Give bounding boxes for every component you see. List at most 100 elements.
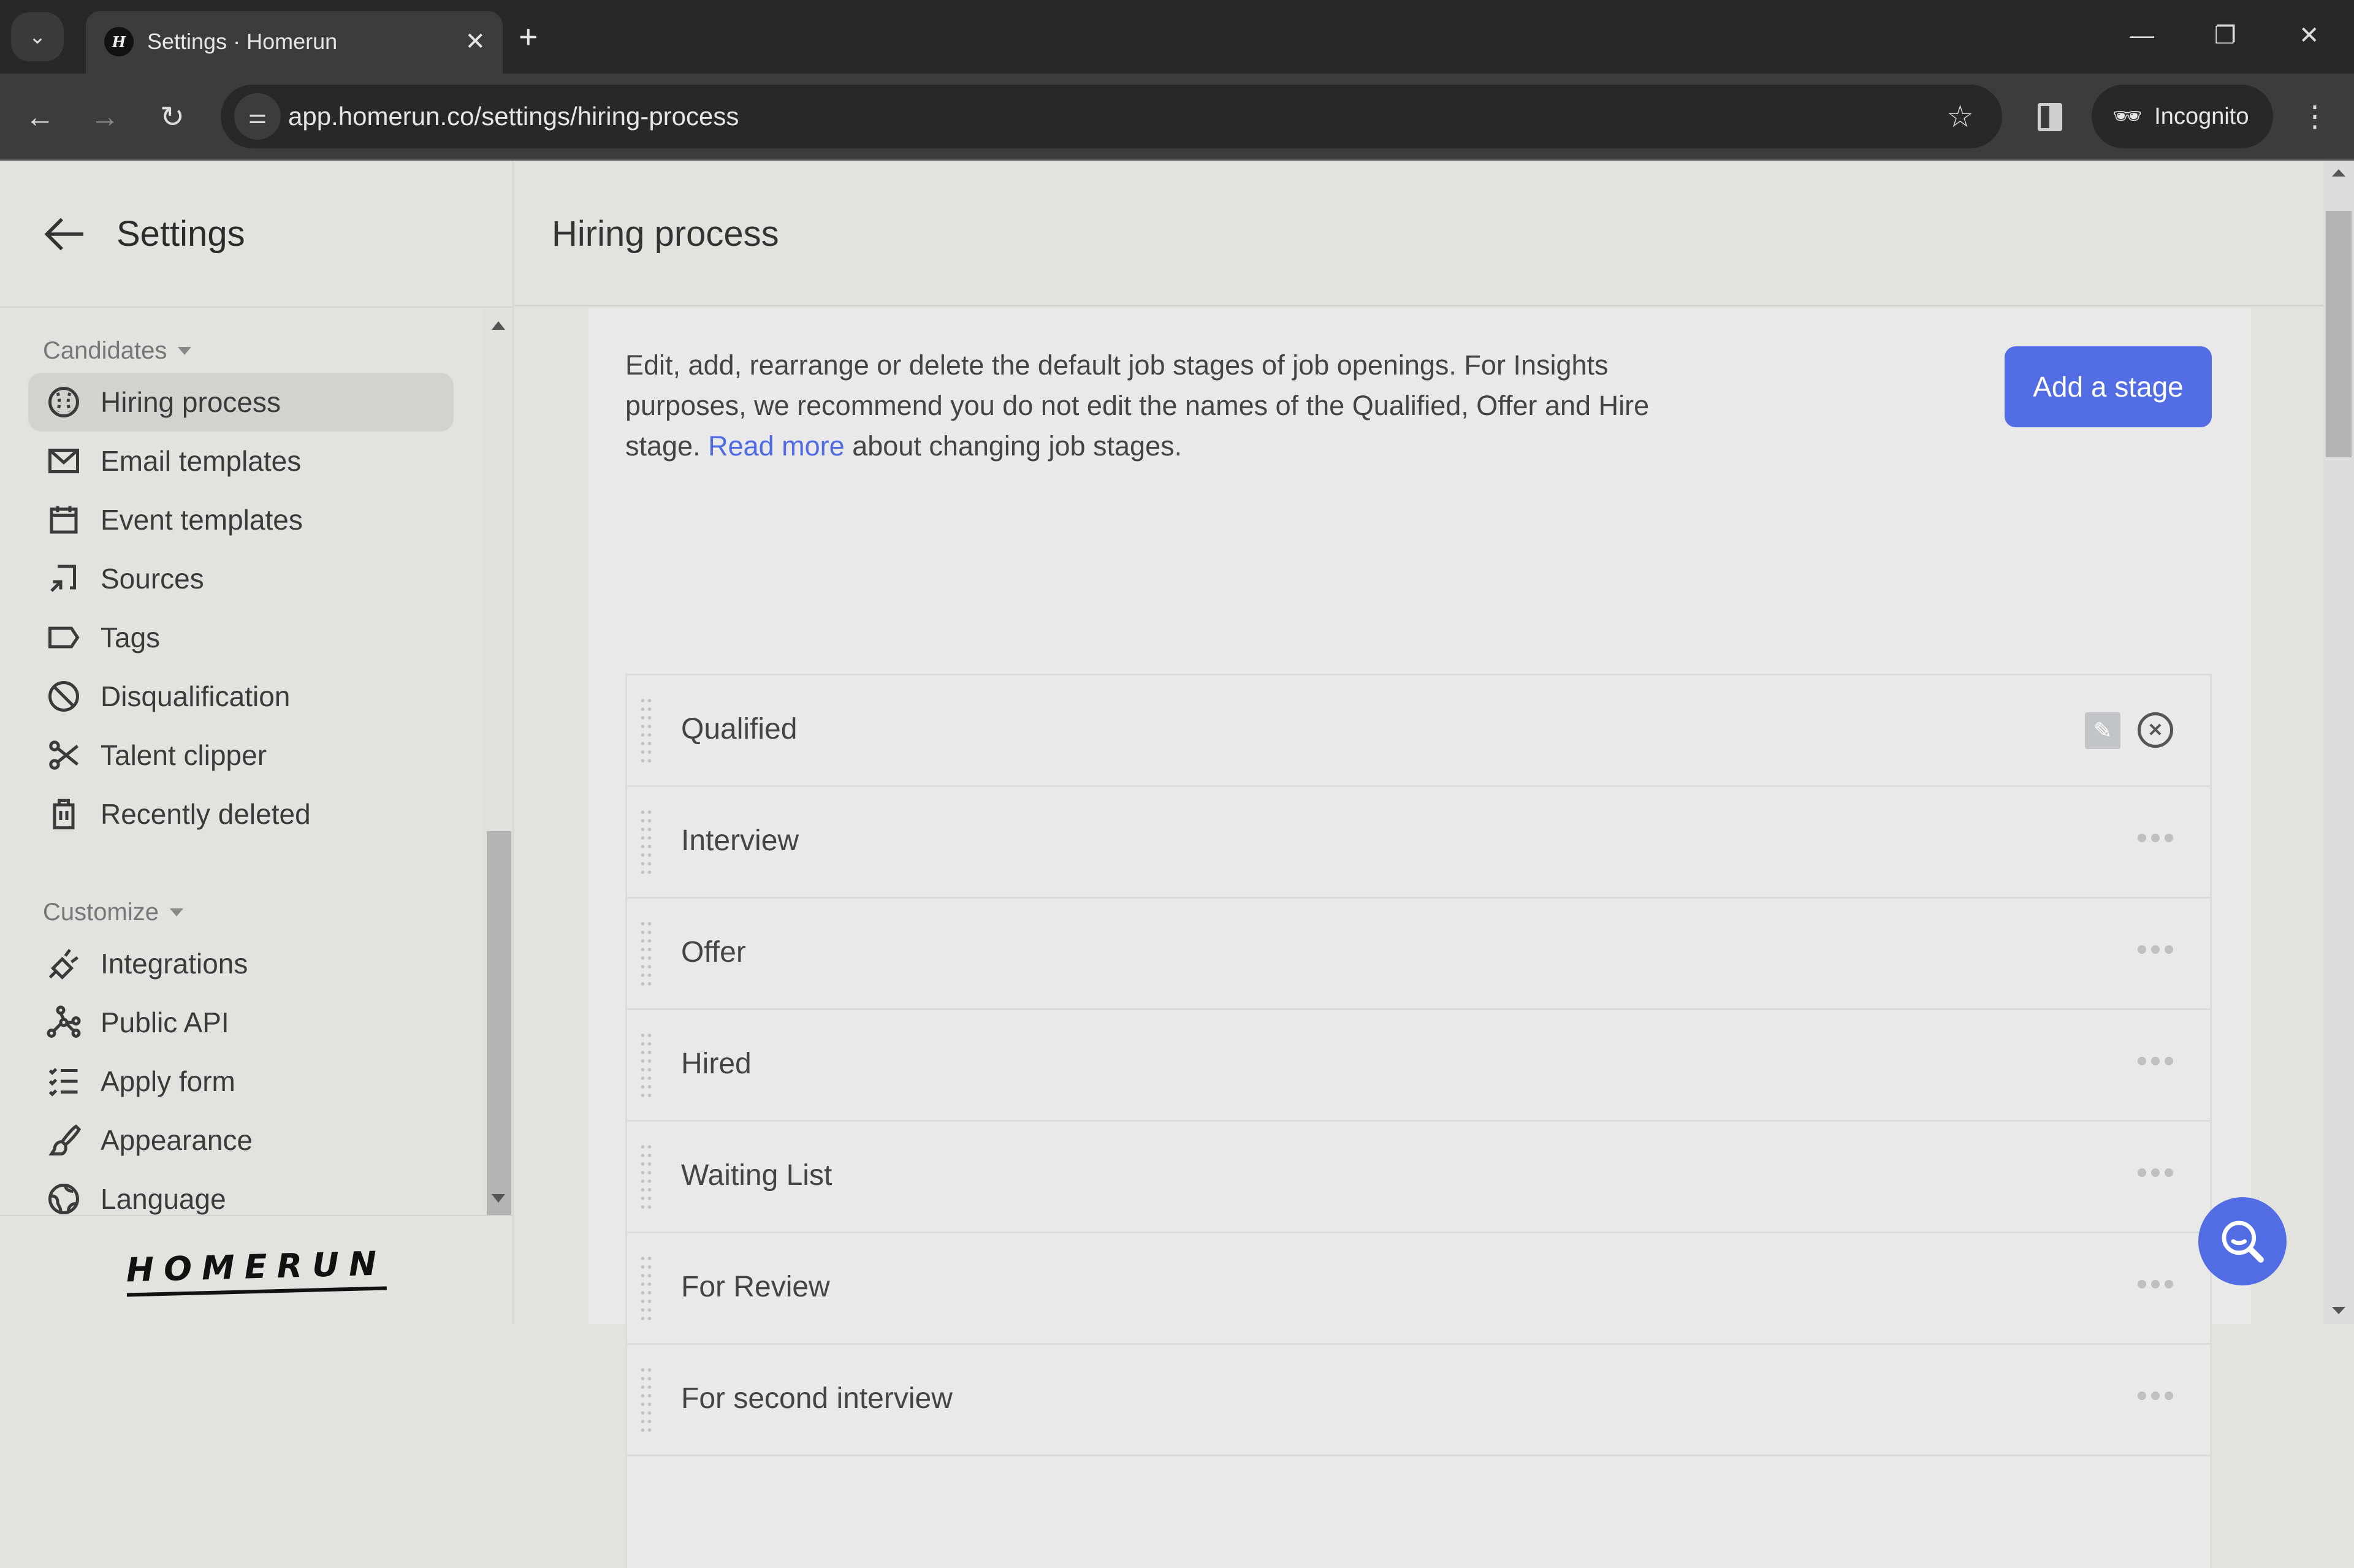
stage-row[interactable]: Waiting List <box>627 1122 2210 1233</box>
sidebar-item-event-templates[interactable]: Event templates <box>28 490 454 549</box>
more-options-icon[interactable] <box>2138 834 2173 842</box>
reload-button[interactable]: ↻ <box>151 96 194 139</box>
drag-handle-icon[interactable] <box>639 1143 653 1212</box>
stage-name: Interview <box>681 824 799 857</box>
browser-tab[interactable]: H Settings · Homerun ✕ <box>86 11 503 74</box>
section-label: Customize <box>43 899 159 926</box>
network-icon <box>45 1004 82 1041</box>
stage-row[interactable]: For second interview <box>627 1345 2210 1456</box>
stage-name: Hired <box>681 1048 752 1080</box>
read-more-link[interactable]: Read more <box>708 430 845 462</box>
url-text[interactable]: app.homerun.co/settings/hiring-process <box>288 85 739 148</box>
incognito-badge[interactable]: 🕶 Incognito <box>2092 85 2273 148</box>
search-icon <box>2222 1220 2264 1263</box>
sidebar-item-sources[interactable]: Sources <box>28 549 454 608</box>
more-options-icon[interactable] <box>2138 1057 2173 1065</box>
add-stage-button[interactable]: Add a stage <box>2005 346 2212 427</box>
restore-button[interactable]: ❐ <box>2214 16 2236 55</box>
tab-search-button[interactable]: ⌄ <box>11 12 64 61</box>
stage-row[interactable]: For Review <box>627 1233 2210 1345</box>
drag-handle-icon[interactable] <box>639 1254 653 1324</box>
stage-row[interactable]: Qualified ✎ ✕ <box>627 676 2210 787</box>
plug-icon <box>45 945 82 982</box>
sidebar-item-talent-clipper[interactable]: Talent clipper <box>28 726 454 785</box>
help-search-button[interactable] <box>2198 1197 2287 1285</box>
sidebar-header: Settings <box>0 161 512 308</box>
tag-icon <box>45 619 82 656</box>
more-options-icon[interactable] <box>2138 1391 2173 1400</box>
sidebar-item-language[interactable]: Language <box>28 1170 454 1215</box>
page-scrollbar[interactable] <box>2323 161 2354 1324</box>
stage-row-partial[interactable] <box>627 1456 2210 1568</box>
scissors-icon <box>45 737 82 774</box>
sidebar-item-label: Language <box>101 1183 226 1215</box>
minimize-button[interactable]: — <box>2130 16 2154 55</box>
sidebar-item-integrations[interactable]: Integrations <box>28 934 454 993</box>
sidebar-item-label: Talent clipper <box>101 739 267 771</box>
sidebar-item-label: Event templates <box>101 504 303 536</box>
homerun-favicon-icon: H <box>104 27 134 56</box>
delete-stage-button[interactable]: ✕ <box>2138 712 2173 748</box>
sidebar-scrollbar-thumb[interactable] <box>487 831 511 1215</box>
back-button[interactable]: ← <box>18 96 61 139</box>
sidebar-item-label: Integrations <box>101 948 248 980</box>
sidebar-item-label: Tags <box>101 622 161 653</box>
browser-tab-bar: ⌄ H Settings · Homerun ✕ + — ❐ ✕ <box>0 0 2354 74</box>
sidebar-item-appearance[interactable]: Appearance <box>28 1111 454 1170</box>
more-options-icon[interactable] <box>2138 945 2173 954</box>
back-arrow-button[interactable] <box>40 208 92 260</box>
sidebar-item-tags[interactable]: Tags <box>28 608 454 667</box>
scroll-down-arrow-icon[interactable] <box>2332 1307 2345 1314</box>
drag-handle-icon[interactable] <box>639 1031 653 1101</box>
tune-icon: ⚌ <box>248 105 267 128</box>
incognito-label: Incognito <box>2154 103 2249 129</box>
stage-row[interactable]: Interview <box>627 787 2210 899</box>
chevron-down-icon: ⌄ <box>28 25 47 48</box>
sidebar-item-disqualification[interactable]: Disqualification <box>28 667 454 726</box>
hiring-process-card: Edit, add, rearrange or delete the defau… <box>588 308 2251 1568</box>
scroll-down-arrow-icon[interactable] <box>492 1194 505 1203</box>
forward-button[interactable]: → <box>83 96 126 139</box>
site-info-button[interactable]: ⚌ <box>234 93 281 140</box>
reload-icon: ↻ <box>159 101 185 134</box>
sidebar-item-label: Public API <box>101 1007 229 1038</box>
sidebar-item-email-templates[interactable]: Email templates <box>28 432 454 490</box>
close-window-button[interactable]: ✕ <box>2299 16 2320 55</box>
description-text-end: about changing job stages. <box>844 430 1183 462</box>
drag-handle-icon[interactable] <box>639 696 653 766</box>
section-customize[interactable]: Customize <box>43 899 183 926</box>
section-candidates[interactable]: Candidates <box>43 337 192 365</box>
new-tab-button[interactable]: + <box>519 17 538 56</box>
more-options-icon[interactable] <box>2138 1168 2173 1177</box>
sidebar-item-label: Recently deleted <box>101 798 311 830</box>
arrow-right-icon: → <box>90 101 120 134</box>
caret-down-icon <box>169 908 183 916</box>
drag-handle-icon[interactable] <box>639 808 653 878</box>
sidebar-item-apply-form[interactable]: Apply form <box>28 1052 454 1111</box>
scroll-up-arrow-icon[interactable] <box>492 321 505 330</box>
more-options-icon[interactable] <box>2138 1280 2173 1288</box>
address-bar[interactable]: ⚌ app.homerun.co/settings/hiring-process… <box>221 85 2002 148</box>
sidebar-item-recently-deleted[interactable]: Recently deleted <box>28 785 454 843</box>
stage-row[interactable]: Hired <box>627 1010 2210 1122</box>
side-panel-button[interactable] <box>2033 97 2067 137</box>
close-tab-button[interactable]: ✕ <box>465 25 486 59</box>
scroll-up-arrow-icon[interactable] <box>2332 169 2345 177</box>
stage-name: For second interview <box>681 1382 953 1415</box>
sidebar-scrollbar[interactable] <box>484 309 512 1215</box>
trash-icon <box>45 796 82 832</box>
sidebar-item-hiring-process[interactable]: Hiring process <box>28 373 454 432</box>
tab-title: Settings · Homerun <box>147 29 338 54</box>
drag-handle-icon[interactable] <box>639 919 653 989</box>
main-header: Hiring process <box>514 161 2323 306</box>
sources-arrow-icon <box>45 560 82 597</box>
drag-handle-icon[interactable] <box>639 1366 653 1436</box>
browser-menu-button[interactable]: ⋮ <box>2300 96 2329 139</box>
calendar-icon <box>45 501 82 538</box>
description: Edit, add, rearrange or delete the defau… <box>625 345 1716 466</box>
page-scrollbar-thumb[interactable] <box>2326 211 2352 457</box>
edit-stage-button[interactable]: ✎ <box>2085 712 2120 749</box>
stage-row[interactable]: Offer <box>627 899 2210 1010</box>
bookmark-star-icon[interactable]: ☆ <box>1946 85 1974 148</box>
sidebar-item-public-api[interactable]: Public API <box>28 993 454 1052</box>
